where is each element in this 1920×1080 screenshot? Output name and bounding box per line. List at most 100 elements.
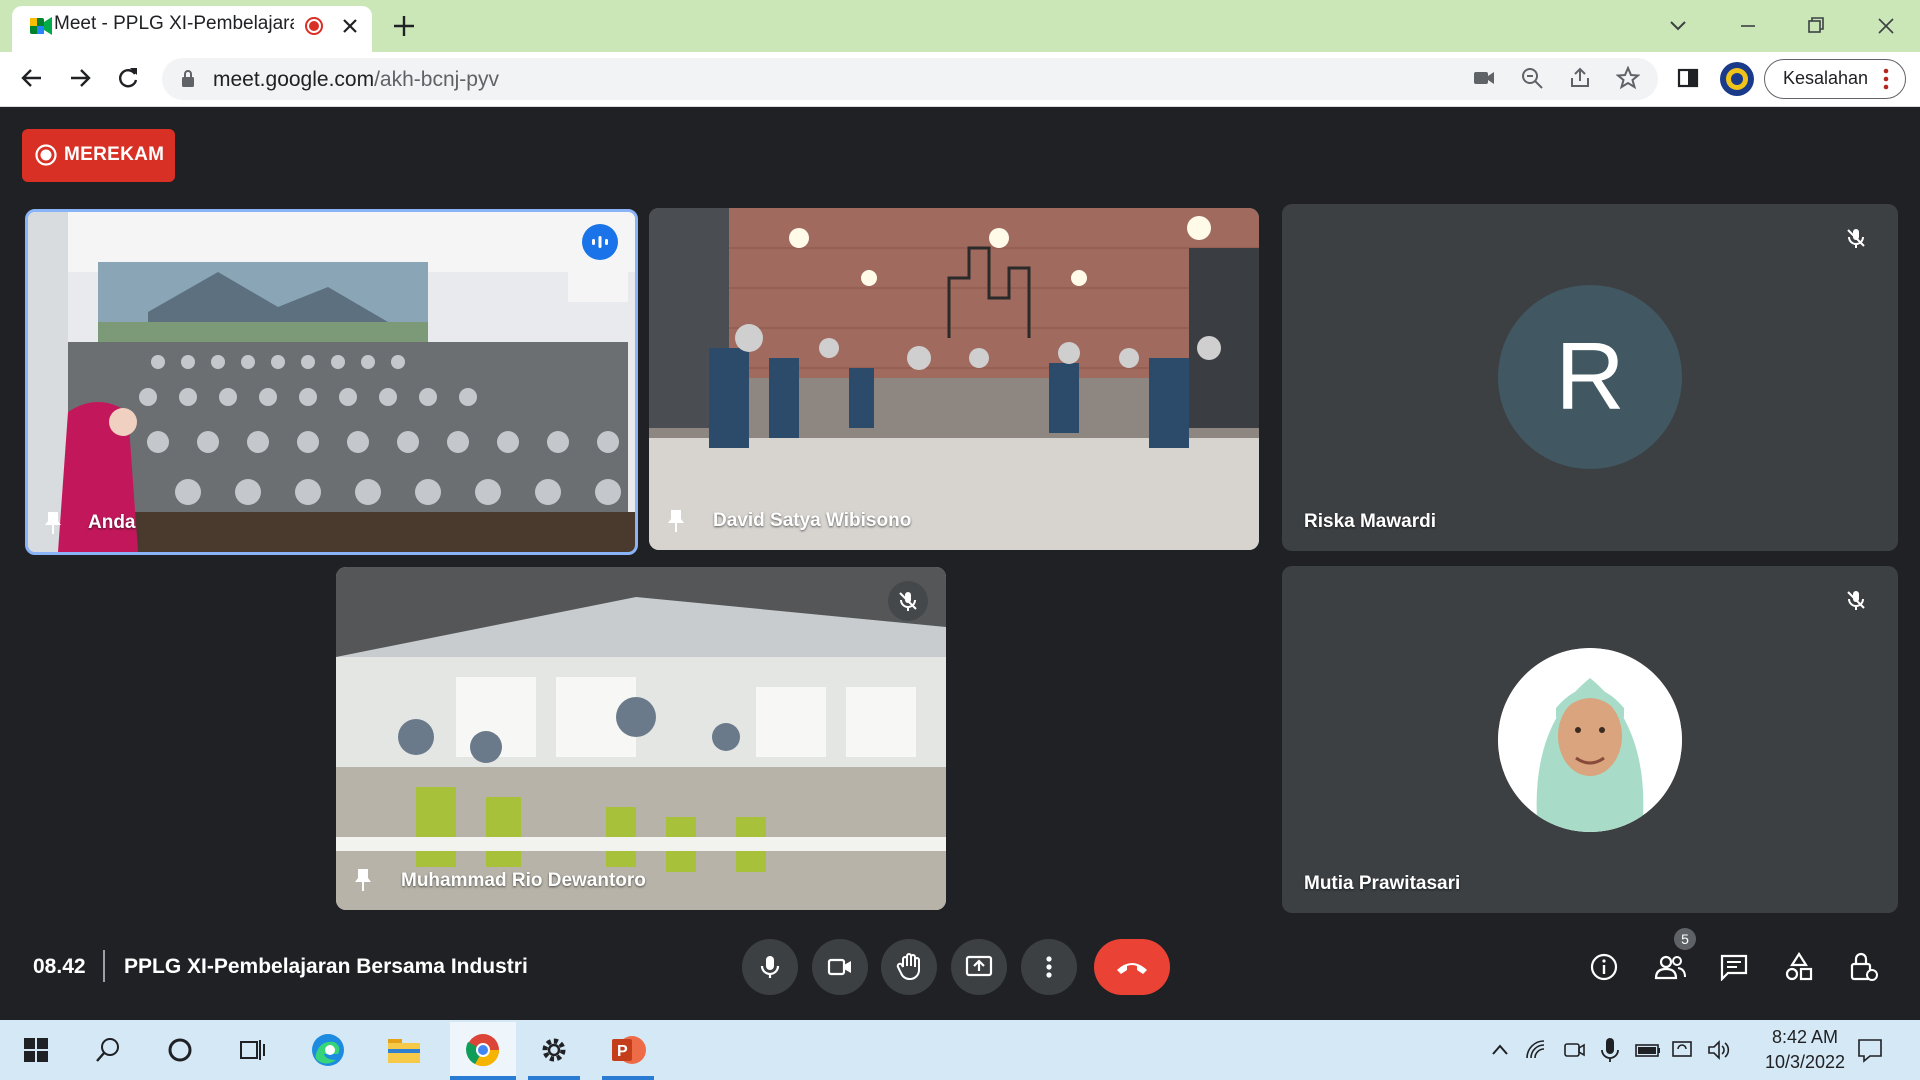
meet-favicon-icon — [30, 16, 52, 36]
raise-hand-icon — [896, 953, 920, 980]
avatar-initial: R — [1555, 323, 1625, 430]
restore-icon[interactable] — [1802, 12, 1830, 40]
network-icon[interactable] — [1524, 1038, 1548, 1062]
share-icon[interactable] — [1562, 60, 1598, 96]
meet-now-icon[interactable] — [1562, 1038, 1586, 1062]
settings-icon — [542, 1038, 566, 1062]
lock-icon[interactable] — [180, 68, 196, 88]
present-screen-icon — [965, 955, 993, 977]
people-icon — [1654, 955, 1686, 980]
end-call-icon — [1117, 963, 1147, 974]
edge-icon — [312, 1034, 344, 1066]
more-options-button[interactable] — [1021, 939, 1077, 995]
recording-tab-icon — [304, 16, 324, 36]
camera-button[interactable] — [812, 939, 868, 995]
back-icon[interactable] — [14, 60, 50, 96]
profile-avatar-icon[interactable] — [1720, 62, 1754, 96]
clock-time[interactable]: 8:42 AM — [1755, 1027, 1855, 1048]
chat-icon — [1720, 954, 1748, 981]
chat-button[interactable] — [1710, 943, 1758, 991]
meeting-details-button[interactable] — [1580, 943, 1628, 991]
taskbar-settings[interactable] — [524, 1022, 584, 1078]
divider — [103, 950, 105, 982]
host-controls-button[interactable] — [1840, 943, 1888, 991]
mic-icon — [760, 956, 780, 978]
mic-off-icon — [1836, 218, 1876, 258]
bookmark-star-icon[interactable] — [1610, 60, 1646, 96]
pin-icon[interactable] — [42, 510, 64, 536]
recording-icon — [35, 144, 57, 166]
battery-icon[interactable] — [1634, 1038, 1662, 1062]
url-text[interactable]: meet.google.com/akh-bcnj-pyv — [213, 68, 499, 92]
participant-tile-muhammad[interactable]: Muhammad Rio Dewantoro — [336, 567, 946, 910]
taskbar-task-view[interactable] — [222, 1022, 282, 1078]
participant-tile-david[interactable]: David Satya Wibisono — [649, 208, 1259, 550]
activities-icon — [1785, 952, 1813, 981]
file-explorer-icon — [388, 1039, 420, 1063]
meeting-time: 08.42 — [33, 955, 86, 978]
participant-tile-riska[interactable]: R Riska Mawardi — [1282, 204, 1898, 551]
minimize-icon[interactable] — [1734, 12, 1762, 40]
svg-text:P: P — [617, 1043, 628, 1060]
raise-hand-button[interactable] — [881, 939, 937, 995]
participant-tile-anda[interactable]: Anda — [25, 209, 638, 555]
search-icon — [96, 1038, 119, 1062]
participant-name: Muhammad Rio Dewantoro — [401, 870, 646, 891]
microphone-tray-icon[interactable] — [1598, 1036, 1622, 1064]
forward-icon[interactable] — [62, 60, 98, 96]
chrome-menu-icon[interactable] — [1882, 66, 1890, 92]
task-view-icon — [240, 1040, 265, 1060]
pin-icon[interactable] — [352, 867, 374, 893]
end-call-button[interactable] — [1094, 939, 1170, 995]
avatar-photo — [1498, 648, 1682, 832]
classroom-video-feed — [336, 567, 946, 910]
window-close-icon[interactable] — [1872, 12, 1900, 40]
close-tab-icon[interactable] — [338, 14, 362, 38]
present-screen-button[interactable] — [951, 939, 1007, 995]
mic-off-icon — [888, 581, 928, 621]
mic-button[interactable] — [742, 939, 798, 995]
taskbar-edge[interactable] — [298, 1022, 358, 1078]
people-count-badge: 5 — [1674, 928, 1696, 950]
taskbar-search[interactable] — [78, 1022, 138, 1078]
participant-tile-mutia[interactable]: Mutia Prawitasari — [1282, 566, 1898, 913]
taskbar-cortana[interactable] — [150, 1022, 210, 1078]
powerpoint-icon: P — [612, 1036, 646, 1064]
activities-button[interactable] — [1775, 943, 1823, 991]
more-options-icon — [1046, 956, 1052, 978]
taskbar-file-explorer[interactable] — [374, 1022, 434, 1078]
cortana-icon — [168, 1038, 192, 1062]
taskbar-powerpoint[interactable]: P — [598, 1022, 658, 1078]
clock-date[interactable]: 10/3/2022 — [1745, 1052, 1865, 1073]
participant-name: Riska Mawardi — [1304, 511, 1436, 532]
camera-icon — [827, 958, 851, 976]
taskbar — [0, 1020, 1920, 1080]
profile-error-label: Kesalahan — [1783, 68, 1869, 88]
reload-icon[interactable] — [110, 60, 146, 96]
powerpoint-app-indicator — [602, 1076, 654, 1080]
taskbar-chrome[interactable] — [450, 1022, 516, 1078]
lab-video-feed — [649, 208, 1259, 550]
tab-search-icon[interactable] — [1664, 12, 1692, 40]
avatar: R — [1498, 285, 1682, 469]
display-sync-icon[interactable] — [1670, 1038, 1694, 1062]
participant-name: Anda — [88, 512, 136, 533]
classroom-video-feed — [28, 212, 635, 552]
zoom-icon[interactable] — [1514, 60, 1550, 96]
info-icon — [1590, 953, 1618, 981]
volume-icon[interactable] — [1706, 1038, 1732, 1062]
tab-title: Meet - PPLG XI-Pembelajaran Bersama Indu… — [54, 13, 294, 34]
start-button[interactable] — [6, 1022, 66, 1078]
participant-name: Mutia Prawitasari — [1304, 873, 1461, 894]
pin-icon[interactable] — [665, 508, 687, 534]
show-hidden-icons-icon[interactable] — [1488, 1038, 1512, 1062]
people-button[interactable] — [1646, 943, 1694, 991]
side-panel-icon[interactable] — [1670, 60, 1706, 96]
settings-app-indicator — [528, 1076, 580, 1080]
active-app-indicator — [450, 1076, 516, 1080]
start-icon — [24, 1038, 48, 1062]
notifications-icon[interactable] — [1856, 1036, 1884, 1064]
camera-in-use-icon[interactable] — [1466, 60, 1502, 96]
recording-label: MEREKAM — [64, 144, 165, 165]
new-tab-icon[interactable] — [390, 12, 418, 40]
